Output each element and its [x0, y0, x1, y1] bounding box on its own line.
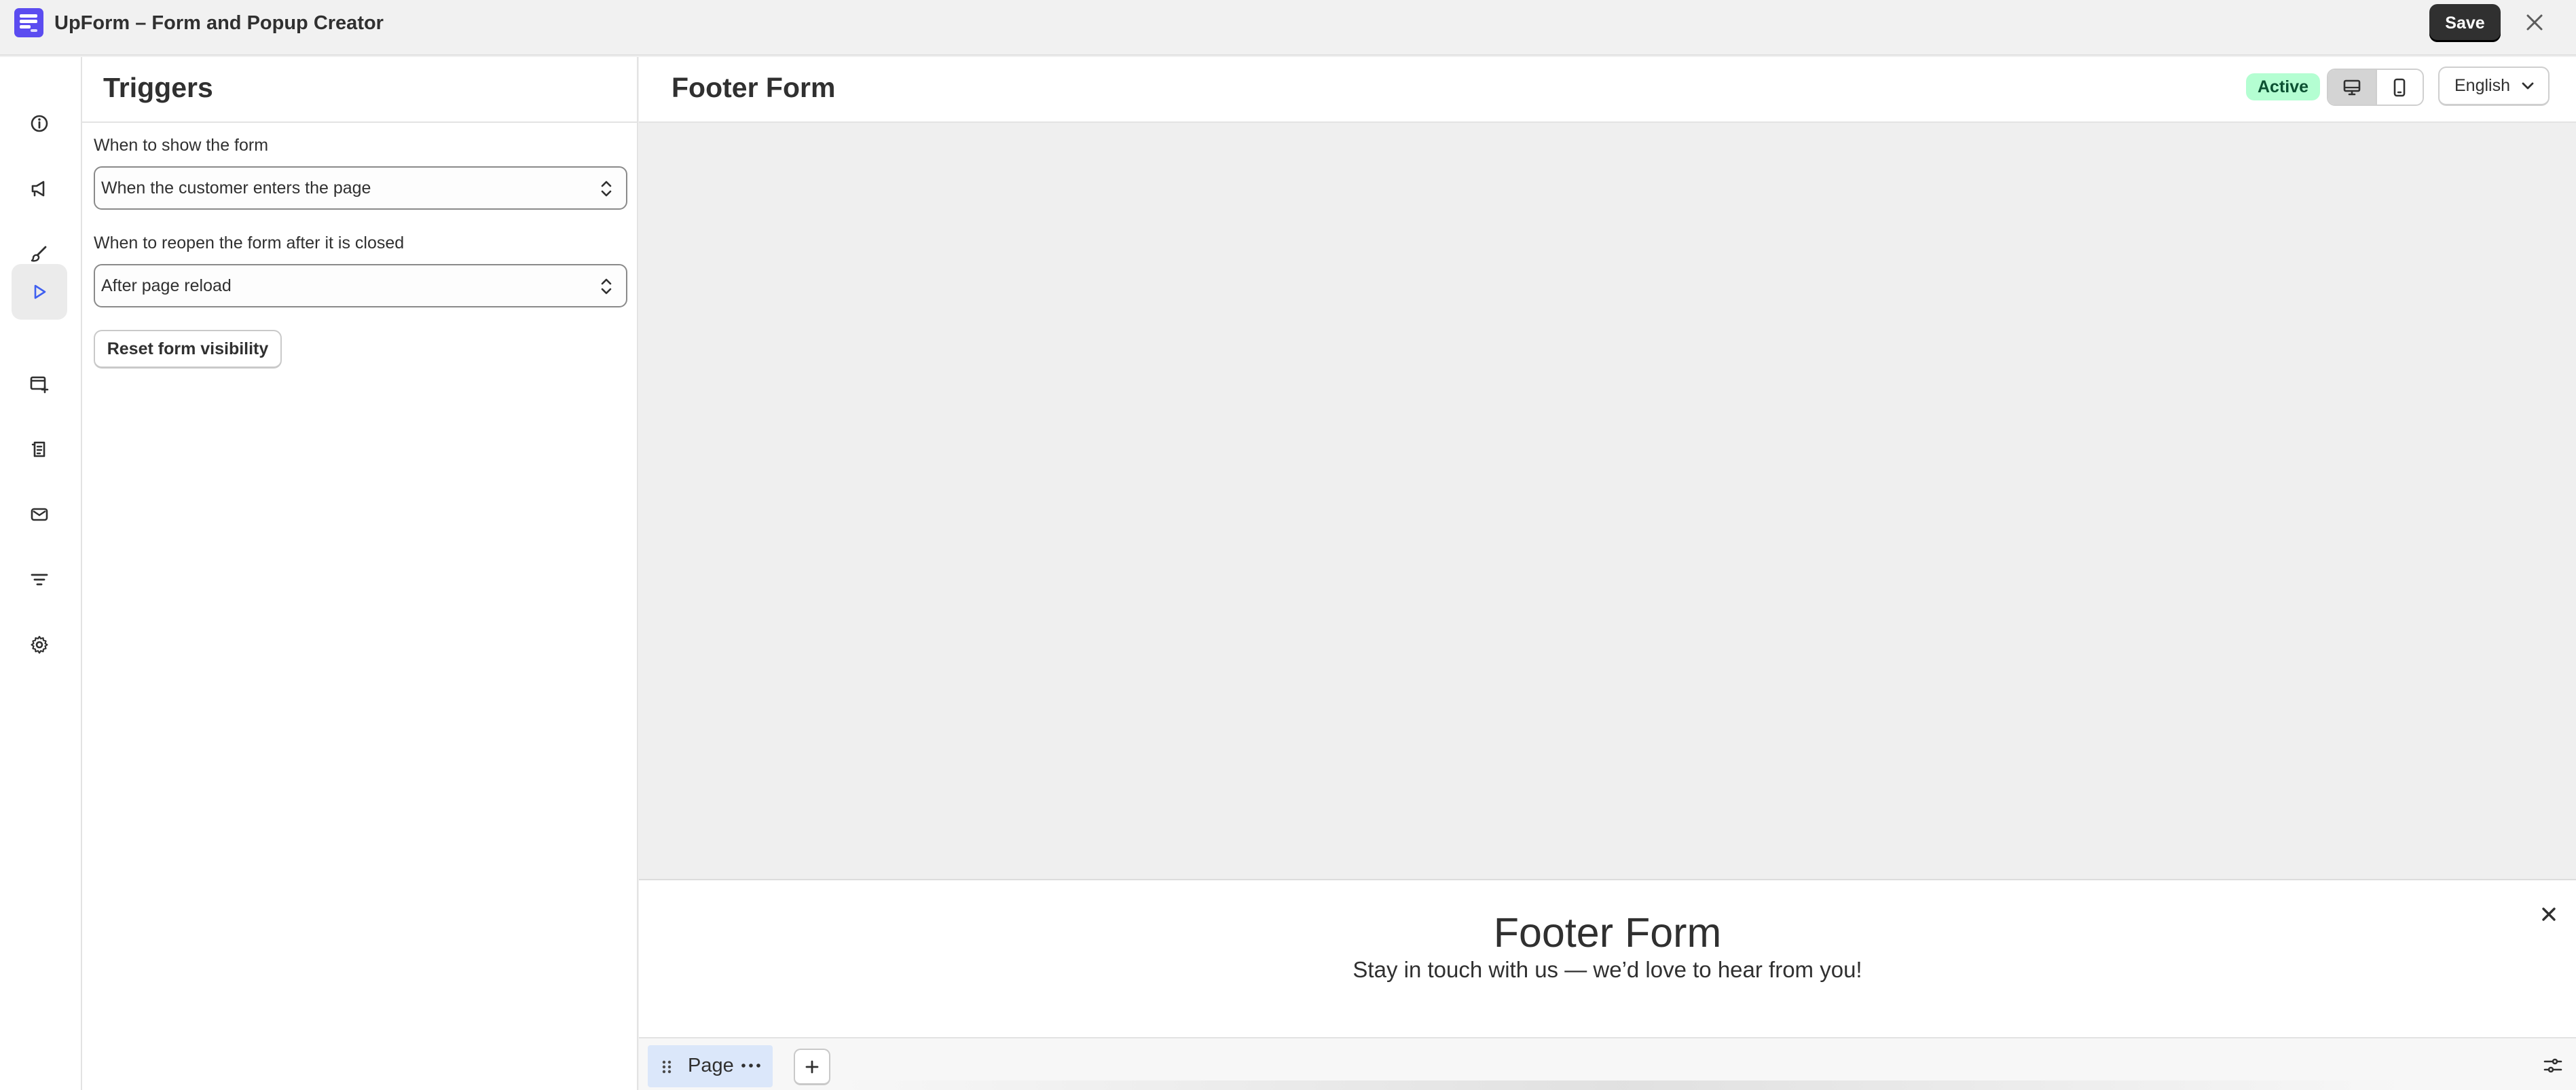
page-tab[interactable]: Page [648, 1045, 773, 1087]
footer-form-close-button[interactable] [2538, 903, 2560, 925]
sliders-icon [2543, 1058, 2562, 1073]
device-toggle [2327, 69, 2424, 106]
close-icon [2542, 907, 2556, 921]
close-icon [2526, 14, 2543, 31]
sidebar-item-triggers[interactable] [12, 264, 67, 320]
preview-canvas [639, 123, 2576, 879]
reopen-trigger-select[interactable]: After page reload [94, 264, 627, 307]
gear-icon [31, 635, 48, 654]
sidebar-item-announcement[interactable] [12, 161, 67, 217]
app-logo-icon [14, 8, 43, 37]
receipt-icon [31, 441, 45, 457]
reopen-trigger-label: When to reopen the form after it is clos… [94, 233, 405, 252]
status-badge: Active [2246, 73, 2321, 100]
megaphone-icon [31, 181, 45, 197]
app-title: UpForm – Form and Popup Creator [54, 12, 384, 34]
sidebar-item-settings[interactable] [12, 617, 67, 673]
more-horizontal-icon[interactable] [740, 1057, 762, 1074]
reset-visibility-button[interactable]: Reset form visibility [94, 330, 282, 369]
panel-title: Triggers [103, 72, 213, 103]
footer-form-subtitle: Stay in touch with us — we’d love to hea… [1353, 957, 1862, 982]
filter-icon [31, 574, 48, 586]
reopen-trigger-value: After page reload [101, 276, 232, 295]
show-trigger-label: When to show the form [94, 136, 269, 155]
drag-handle-icon[interactable] [660, 1059, 674, 1075]
chevron-down-icon [2522, 82, 2534, 90]
footer-form-title: Footer Form [1493, 909, 1722, 956]
sidebar-nav [0, 57, 82, 1090]
preview-header: Footer Form Active English [639, 57, 2576, 123]
sidebar-item-submissions[interactable] [12, 421, 67, 477]
title-bar: UpForm – Form and Popup Creator Save [0, 0, 2576, 56]
sidebar-item-rules[interactable] [12, 552, 67, 607]
sidebar-item-display[interactable] [12, 356, 67, 412]
panel-header: Triggers [82, 57, 638, 123]
brush-icon [31, 246, 47, 262]
mobile-view-button[interactable] [2375, 70, 2423, 105]
pages-bar: Page [639, 1037, 2576, 1090]
language-value: English [2454, 76, 2510, 95]
mobile-icon [2393, 78, 2406, 96]
show-trigger-value: When the customer enters the page [101, 178, 371, 198]
adjust-settings-button[interactable] [2537, 1049, 2569, 1082]
info-icon [31, 115, 48, 132]
add-page-button[interactable] [794, 1049, 830, 1085]
triggers-panel: Triggers When to show the form When the … [82, 57, 638, 1090]
page-tab-label: Page [688, 1055, 734, 1076]
language-select[interactable]: English [2438, 67, 2550, 106]
form-name-title: Footer Form [671, 72, 836, 103]
play-icon [34, 284, 46, 299]
select-arrows-icon [601, 278, 612, 295]
show-trigger-select[interactable]: When the customer enters the page [94, 166, 627, 210]
close-app-button[interactable] [2520, 8, 2549, 37]
plus-icon [805, 1060, 819, 1073]
sidebar-item-info[interactable] [12, 96, 67, 151]
sidebar-item-email[interactable] [12, 487, 67, 542]
window-add-icon [30, 376, 49, 394]
mail-icon [31, 508, 48, 521]
select-arrows-icon [601, 181, 612, 197]
footer-form-preview: Footer Form Stay in touch with us — we’d… [639, 879, 2576, 1037]
save-button[interactable]: Save [2429, 4, 2501, 42]
desktop-icon [2343, 79, 2361, 95]
desktop-view-button[interactable] [2328, 70, 2376, 105]
